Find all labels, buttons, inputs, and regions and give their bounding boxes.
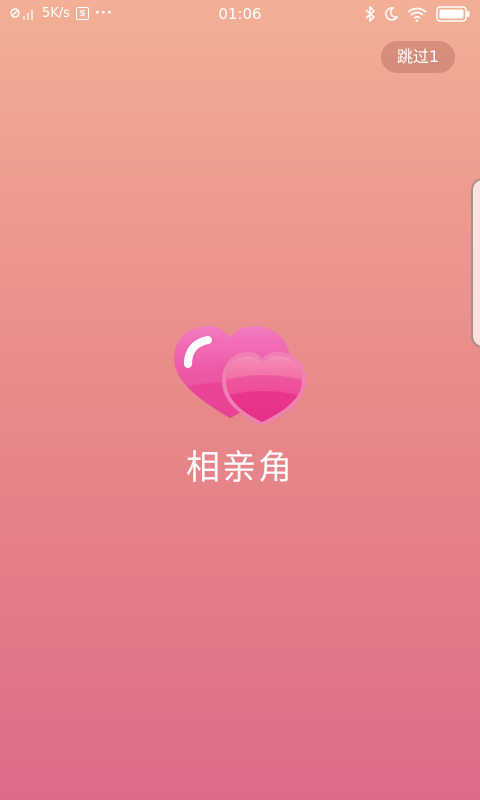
bluetooth-icon <box>365 6 375 22</box>
status-bar-right <box>365 6 470 22</box>
wifi-icon <box>407 7 427 22</box>
app-name: 相亲角 <box>186 448 294 488</box>
moon-icon <box>384 7 398 21</box>
status-bar: 5K/s S ··· 01:06 <box>0 0 480 30</box>
floating-edge-handle[interactable] <box>471 178 480 348</box>
skip-button[interactable]: 跳过1 <box>381 41 455 73</box>
app-logo-icon <box>170 320 310 430</box>
battery-icon <box>436 6 470 22</box>
